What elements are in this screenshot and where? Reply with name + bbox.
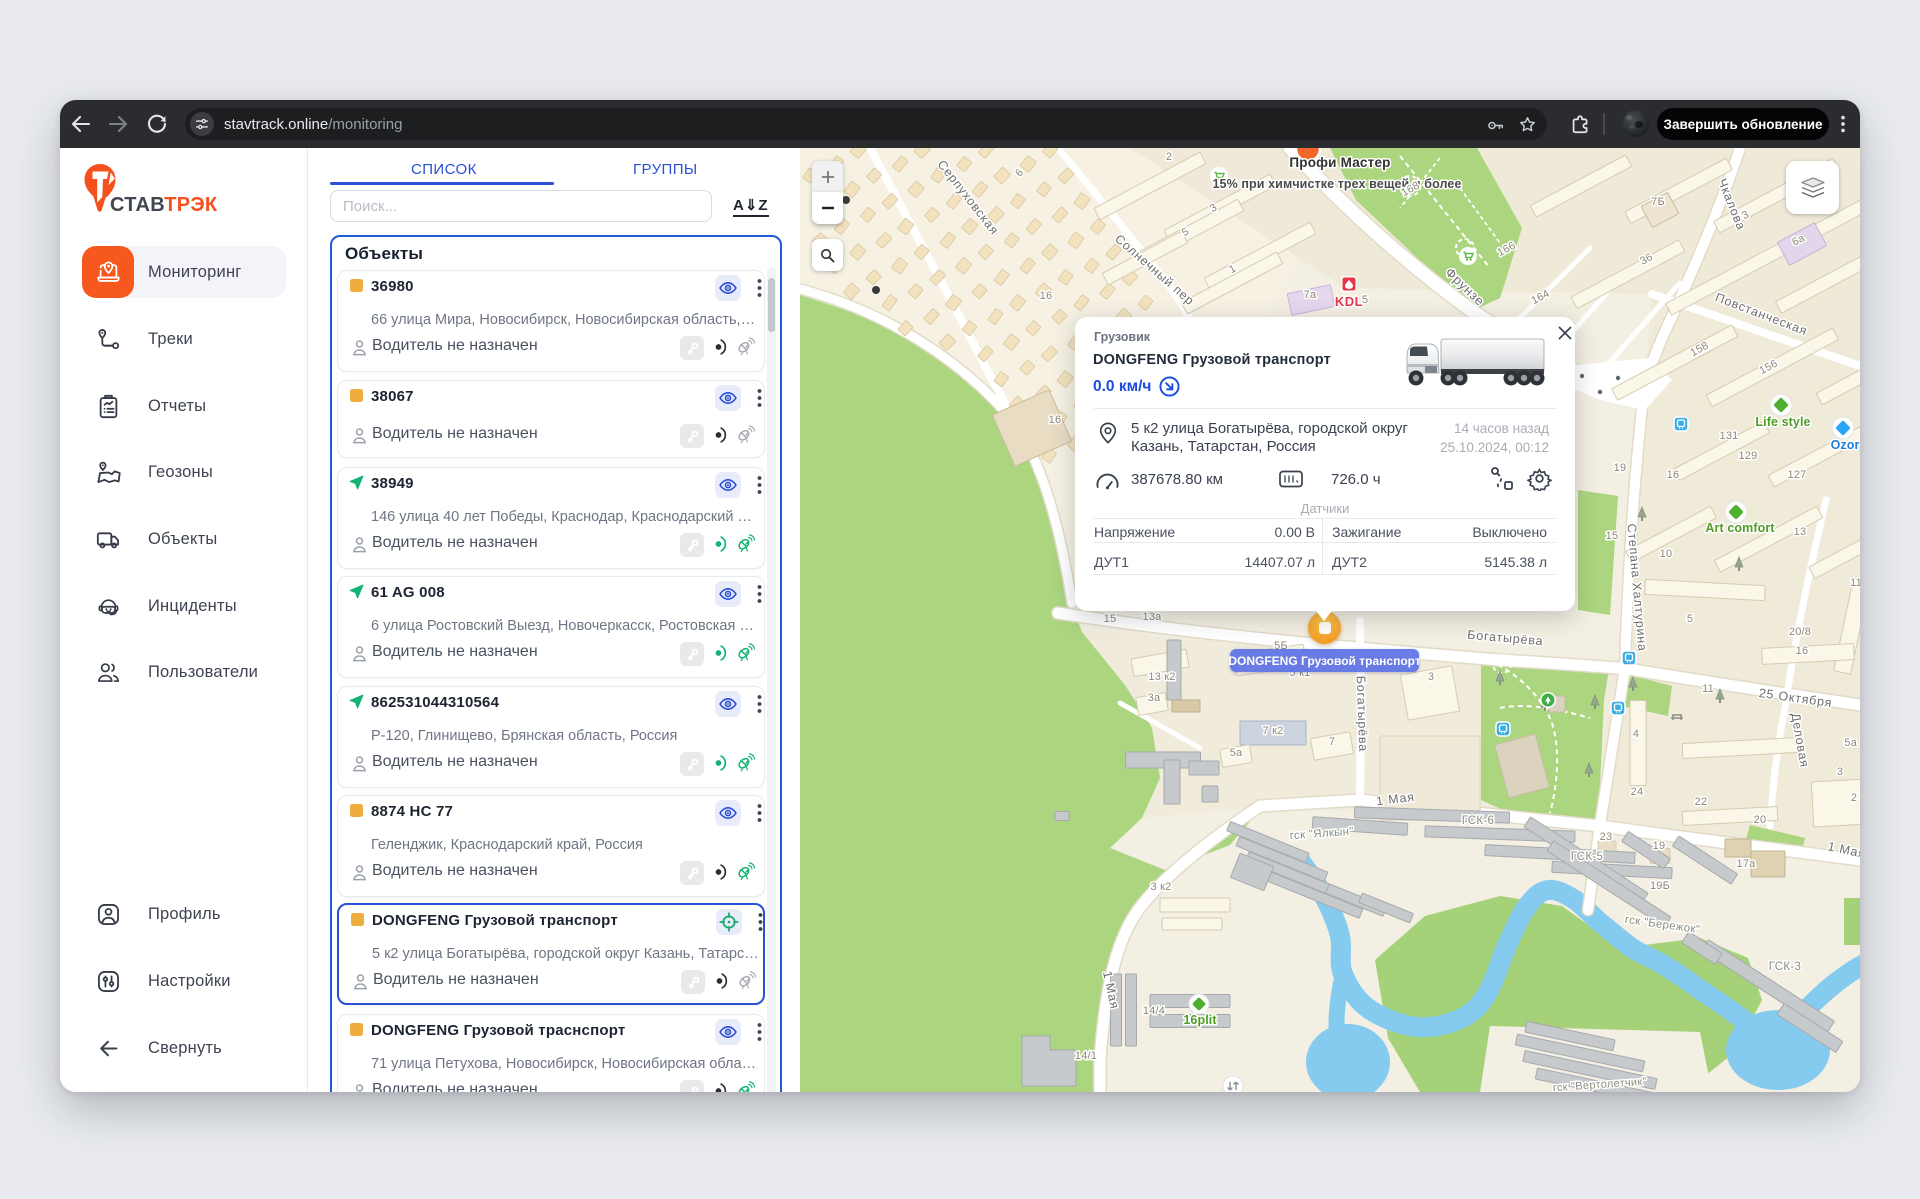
svg-text:Богатырёва: Богатырёва (1354, 676, 1371, 753)
svg-text:17а: 17а (1737, 858, 1757, 870)
svg-text:19Б: 19Б (1650, 880, 1670, 892)
svg-text:19: 19 (1614, 462, 1627, 474)
svg-text:13а: 13а (1143, 611, 1163, 623)
svg-text:3: 3 (1837, 766, 1843, 778)
svg-text:5а: 5а (1230, 747, 1243, 759)
svg-text:Life style: Life style (1755, 415, 1810, 429)
svg-text:5: 5 (1362, 294, 1368, 306)
svg-text:13: 13 (1794, 526, 1807, 538)
svg-text:16: 16 (1796, 645, 1809, 657)
svg-text:15: 15 (1606, 530, 1619, 542)
svg-text:23: 23 (1600, 831, 1613, 843)
svg-text:3 к2: 3 к2 (1151, 881, 1172, 893)
svg-text:15: 15 (1104, 613, 1117, 625)
svg-text:3: 3 (1428, 671, 1434, 683)
svg-text:ГСК-6: ГСК-6 (1462, 815, 1494, 827)
svg-text:KDL: KDL (1335, 294, 1363, 309)
svg-text:131: 131 (1720, 430, 1739, 442)
svg-text:16: 16 (1049, 414, 1062, 426)
svg-text:2: 2 (1851, 792, 1857, 804)
svg-text:5: 5 (1687, 613, 1693, 625)
svg-text:20/8: 20/8 (1789, 626, 1811, 638)
svg-text:3а: 3а (1148, 692, 1161, 704)
svg-text:20: 20 (1754, 814, 1767, 826)
svg-text:11: 11 (1702, 683, 1714, 695)
svg-text:7: 7 (1329, 736, 1335, 748)
svg-text:Art comfort: Art comfort (1705, 521, 1775, 535)
svg-text:2: 2 (1166, 151, 1172, 163)
svg-text:7 к2: 7 к2 (1263, 725, 1284, 737)
svg-text:ГСК-5: ГСК-5 (1571, 851, 1603, 863)
svg-text:24: 24 (1631, 786, 1644, 798)
svg-text:10: 10 (1660, 548, 1673, 560)
svg-text:5а к1: 5а к1 (1844, 737, 1860, 749)
svg-text:13 к2: 13 к2 (1148, 671, 1175, 683)
svg-text:7а: 7а (1304, 289, 1317, 301)
svg-text:15% при химчистке трех вещей и: 15% при химчистке трех вещей и более (1213, 177, 1462, 191)
svg-text:129: 129 (1739, 450, 1758, 462)
svg-text:16: 16 (1040, 290, 1053, 302)
svg-text:ГСК-3: ГСК-3 (1769, 961, 1801, 973)
svg-text:7Б: 7Б (1651, 196, 1665, 208)
svg-text:14/1: 14/1 (1075, 1050, 1097, 1062)
svg-text:19: 19 (1653, 840, 1666, 852)
svg-text:Профи Мастер: Профи Мастер (1289, 155, 1390, 170)
svg-text:16: 16 (1667, 469, 1680, 481)
svg-text:4: 4 (1633, 728, 1639, 740)
svg-text:Ozor: Ozor (1831, 438, 1860, 452)
svg-text:14/4: 14/4 (1143, 1005, 1165, 1017)
svg-text:11: 11 (1850, 577, 1860, 589)
svg-text:22: 22 (1695, 796, 1708, 808)
svg-text:16plit: 16plit (1183, 1013, 1217, 1027)
svg-text:127: 127 (1788, 469, 1807, 481)
